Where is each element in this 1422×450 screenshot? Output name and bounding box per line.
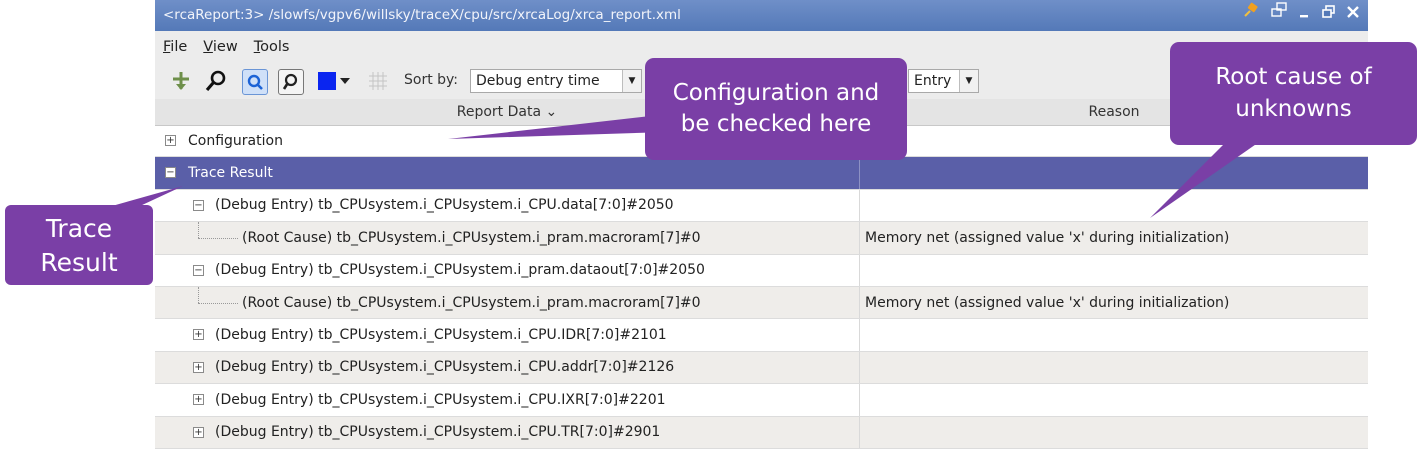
expand-plus-icon[interactable]: + [193,426,204,438]
reason-cell: Memory net (assigned value 'x' during in… [865,229,1230,246]
title-bar: <rcaReport:3> /slowfs/vgpv6/willsky/trac… [155,0,1368,31]
color-swatch-icon[interactable] [315,69,339,93]
sort-by-select[interactable]: Debug entry time ▼ [470,69,642,93]
callout-configuration: Configuration and be checked here [645,58,907,160]
tree-row-debug-entry[interactable]: + (Debug Entry) tb_CPUsystem.i_CPUsystem… [155,416,1368,449]
search-highlight-icon[interactable] [242,69,268,95]
expand-plus-icon[interactable]: + [193,361,204,373]
expand-plus-icon[interactable]: + [165,135,176,146]
tree-row-debug-entry[interactable]: + (Debug Entry) tb_CPUsystem.i_CPUsystem… [155,319,1368,352]
pin-icon[interactable] [1242,0,1260,31]
tree-row-debug-entry[interactable]: − (Debug Entry) tb_CPUsystem.i_CPUsystem… [155,189,1368,223]
minimize-icon[interactable] [1298,0,1312,31]
menu-view[interactable]: View [195,39,245,55]
menu-tools[interactable]: Tools [246,39,298,55]
sort-by-label: Sort by: [404,72,459,88]
callout-root-cause: Root cause of unknowns [1170,42,1417,145]
restore-icon[interactable] [1322,0,1336,31]
chevron-down-icon: ▼ [959,70,978,92]
callout-trace-result: Trace Result [5,205,153,285]
tree-row-root-cause[interactable]: (Root Cause) tb_CPUsystem.i_CPUsystem.i_… [155,286,1368,320]
window-controls [1242,0,1360,31]
entry-select[interactable]: Entry ▼ [908,69,979,93]
expand-plus-icon[interactable]: + [193,394,204,406]
float-window-icon[interactable] [1270,0,1288,31]
tree-row-root-cause[interactable]: (Root Cause) tb_CPUsystem.i_CPUsystem.i_… [155,222,1368,255]
close-icon[interactable] [1346,0,1360,31]
collapse-minus-icon[interactable]: − [193,264,204,276]
report-tree: + Configuration − Trace Result − (Debug … [155,125,1368,449]
grid-icon[interactable] [366,69,390,93]
tree-row-trace-result[interactable]: − Trace Result [155,157,1368,190]
window-title: <rcaReport:3> /slowfs/vgpv6/willsky/trac… [163,7,681,23]
menu-file[interactable]: File [155,39,195,55]
chevron-down-icon: ▼ [622,70,641,92]
search-icon[interactable] [204,69,228,93]
search-clear-icon[interactable] [278,69,304,95]
tree-row-debug-entry[interactable]: + (Debug Entry) tb_CPUsystem.i_CPUsystem… [155,351,1368,385]
reason-cell: Memory net (assigned value 'x' during in… [865,294,1230,311]
tree-row-debug-entry[interactable]: − (Debug Entry) tb_CPUsystem.i_CPUsystem… [155,254,1368,287]
collapse-minus-icon[interactable]: − [193,199,204,211]
expand-plus-icon[interactable]: + [193,329,204,341]
tree-row-debug-entry[interactable]: + (Debug Entry) tb_CPUsystem.i_CPUsystem… [155,384,1368,417]
chevron-down-icon[interactable] [338,69,352,93]
trace-down-icon[interactable] [169,69,193,93]
collapse-minus-icon[interactable]: − [165,167,176,179]
